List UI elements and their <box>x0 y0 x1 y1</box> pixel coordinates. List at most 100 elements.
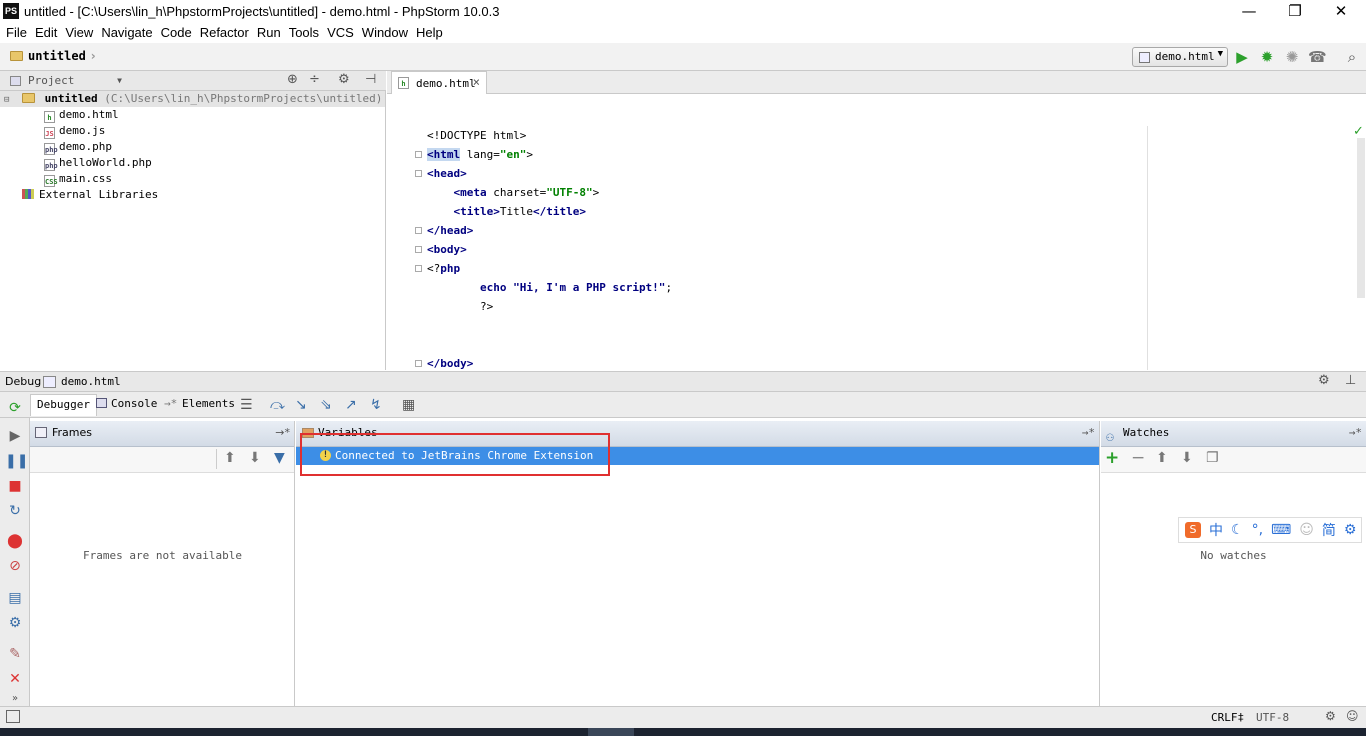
collapse-icon[interactable]: ÷ <box>309 72 320 87</box>
layout-icon[interactable]: ▤ <box>5 588 25 608</box>
stop-icon[interactable]: ■ <box>5 476 25 496</box>
minimize-button[interactable]: — <box>1226 0 1272 24</box>
pin-icon[interactable]: ✎ <box>5 644 25 664</box>
gear-icon[interactable]: ⚙ <box>338 72 350 87</box>
menu-navigate[interactable]: Navigate <box>97 24 156 43</box>
breadcrumb[interactable]: untitled › <box>10 49 96 63</box>
tree-file-helloworld-php[interactable]: phphelloWorld.php <box>0 155 385 171</box>
frame-up-icon[interactable]: ⬆ <box>224 450 236 466</box>
tree-file-demo-php[interactable]: phpdemo.php <box>0 139 385 155</box>
listen-debug-icon[interactable]: ☎ <box>1308 49 1327 65</box>
tree-root[interactable]: ⊟ untitled (C:\Users\lin_h\PhpstormProje… <box>0 91 385 107</box>
tree-file-main-css[interactable]: CSSmain.css <box>0 171 385 187</box>
close-button[interactable]: ✕ <box>1318 0 1364 24</box>
taskbar-active-app[interactable] <box>588 728 634 736</box>
run-config-select[interactable]: demo.html ▼ <box>1132 47 1228 67</box>
breadcrumb-project: untitled <box>28 49 86 63</box>
copy-icon[interactable]: ❐ <box>1206 450 1219 466</box>
menu-view[interactable]: View <box>61 24 97 43</box>
menu-refactor[interactable]: Refactor <box>196 24 253 43</box>
fold-icon[interactable] <box>415 227 422 234</box>
coverage-icon[interactable]: ✺ <box>1283 49 1301 65</box>
force-step-into-icon[interactable]: ⇘ <box>320 397 332 413</box>
menu-file[interactable]: File <box>2 24 31 43</box>
editor-scrollbar[interactable] <box>1357 138 1365 298</box>
variables-pane: Variables →* ! Connected to JetBrains Ch… <box>296 421 1100 706</box>
menu-vcs[interactable]: VCS <box>323 24 358 43</box>
restart-icon[interactable]: ↻ <box>5 501 25 521</box>
debug-config-name[interactable]: demo.html <box>61 375 121 388</box>
view-breakpoints-icon[interactable]: ⬤ <box>5 531 25 551</box>
code-editor[interactable]: <!DOCTYPE html> <html lang="en"> <head> … <box>387 94 1366 370</box>
fold-icon[interactable] <box>415 360 422 367</box>
project-view-select[interactable]: Project ▼ <box>6 73 124 89</box>
gear-icon[interactable]: ⚙ <box>1318 373 1330 388</box>
search-icon[interactable]: ⌕ <box>1343 49 1361 65</box>
tree-external-libraries[interactable]: External Libraries <box>0 187 385 203</box>
close-icon[interactable]: ✕ <box>5 669 25 689</box>
keyboard-icon[interactable]: ⌨ <box>1271 522 1291 538</box>
resume-icon[interactable]: ▶ <box>5 426 25 446</box>
tree-file-demo-html[interactable]: h demo.html <box>0 107 385 123</box>
moon-icon[interactable]: ☾ <box>1231 522 1244 538</box>
step-over-icon[interactable]: ⤼ <box>270 397 285 413</box>
menu-edit[interactable]: Edit <box>31 24 61 43</box>
file-encoding[interactable]: UTF-8 <box>1256 711 1289 724</box>
remove-watch-icon[interactable]: − <box>1131 448 1145 468</box>
run-to-cursor-icon[interactable]: ↯ <box>370 397 382 413</box>
tool-windows-icon[interactable] <box>6 710 20 723</box>
file-name: helloWorld.php <box>59 156 152 169</box>
pin-icon[interactable]: →* <box>1349 421 1362 445</box>
tab-elements[interactable]: Elements <box>176 394 241 416</box>
line-separator[interactable]: CRLF‡ <box>1211 711 1244 724</box>
menu-code[interactable]: Code <box>157 24 196 43</box>
ime-toolbar[interactable]: S 中 ☾ °, ⌨ ☺ 简 ⚙ <box>1178 517 1362 543</box>
step-out-icon[interactable]: ↗ <box>345 397 357 413</box>
tab-demo-html[interactable]: h demo.html × <box>391 71 487 94</box>
hide-panel-icon[interactable]: ⊣ <box>365 72 376 87</box>
ime-chinese-mode[interactable]: 中 <box>1209 520 1223 540</box>
restore-button[interactable]: ❐ <box>1272 0 1318 24</box>
rerun-icon[interactable]: ⟳ <box>5 398 25 418</box>
tab-debugger[interactable]: Debugger <box>30 394 97 416</box>
add-watch-icon[interactable]: + <box>1105 448 1119 468</box>
move-up-icon[interactable]: ⬆ <box>1156 450 1168 466</box>
fold-icon[interactable] <box>415 151 422 158</box>
mute-breakpoints-icon[interactable]: ⊘ <box>5 556 25 576</box>
frames-pane: Frames →* ⬆ ⬇ ▼ Frames are not available <box>30 421 295 706</box>
hide-panel-icon[interactable]: ⊥ <box>1345 373 1356 388</box>
filter-icon[interactable]: ▼ <box>274 450 285 466</box>
file-name: main.css <box>59 172 112 185</box>
show-execution-point-icon[interactable]: ☰ <box>240 397 253 413</box>
tab-console[interactable]: Console →* <box>90 394 183 416</box>
punctuation-icon[interactable]: °, <box>1252 522 1263 538</box>
settings-icon[interactable]: ⚙ <box>5 613 25 633</box>
pause-icon[interactable]: ❚❚ <box>5 451 28 471</box>
locate-icon[interactable]: ⊕ <box>287 72 298 87</box>
file-name: demo.html <box>59 108 119 121</box>
menu-window[interactable]: Window <box>358 24 412 43</box>
menu-help[interactable]: Help <box>412 24 447 43</box>
run-icon[interactable]: ▶ <box>1233 49 1251 65</box>
step-into-icon[interactable]: ↘ <box>295 397 307 413</box>
gear-icon[interactable]: ⚙ <box>1344 522 1357 538</box>
code-content[interactable]: <!DOCTYPE html> <html lang="en"> <head> … <box>415 126 672 373</box>
code-line: <head> <box>415 164 672 183</box>
event-log-icon[interactable]: ☺ <box>1346 709 1359 723</box>
fold-icon[interactable] <box>415 265 422 272</box>
evaluate-expression-icon[interactable]: ▦ <box>402 397 415 413</box>
tree-file-demo-js[interactable]: JS demo.js <box>0 123 385 139</box>
move-down-icon[interactable]: ⬇ <box>1181 450 1193 466</box>
user-icon[interactable]: ☺ <box>1299 522 1314 538</box>
readonly-lock-icon[interactable]: ⚙ <box>1325 709 1336 723</box>
pin-icon[interactable]: →* <box>275 421 290 445</box>
debug-bug-icon[interactable]: ✹ <box>1258 49 1276 65</box>
pin-icon[interactable]: →* <box>1082 421 1095 445</box>
close-tab-icon[interactable]: × <box>473 75 480 89</box>
menu-run[interactable]: Run <box>253 24 285 43</box>
frame-down-icon[interactable]: ⬇ <box>249 450 261 466</box>
ime-simplified-mode[interactable]: 简 <box>1322 520 1336 540</box>
fold-icon[interactable] <box>415 170 422 177</box>
menu-tools[interactable]: Tools <box>285 24 323 43</box>
fold-icon[interactable] <box>415 246 422 253</box>
